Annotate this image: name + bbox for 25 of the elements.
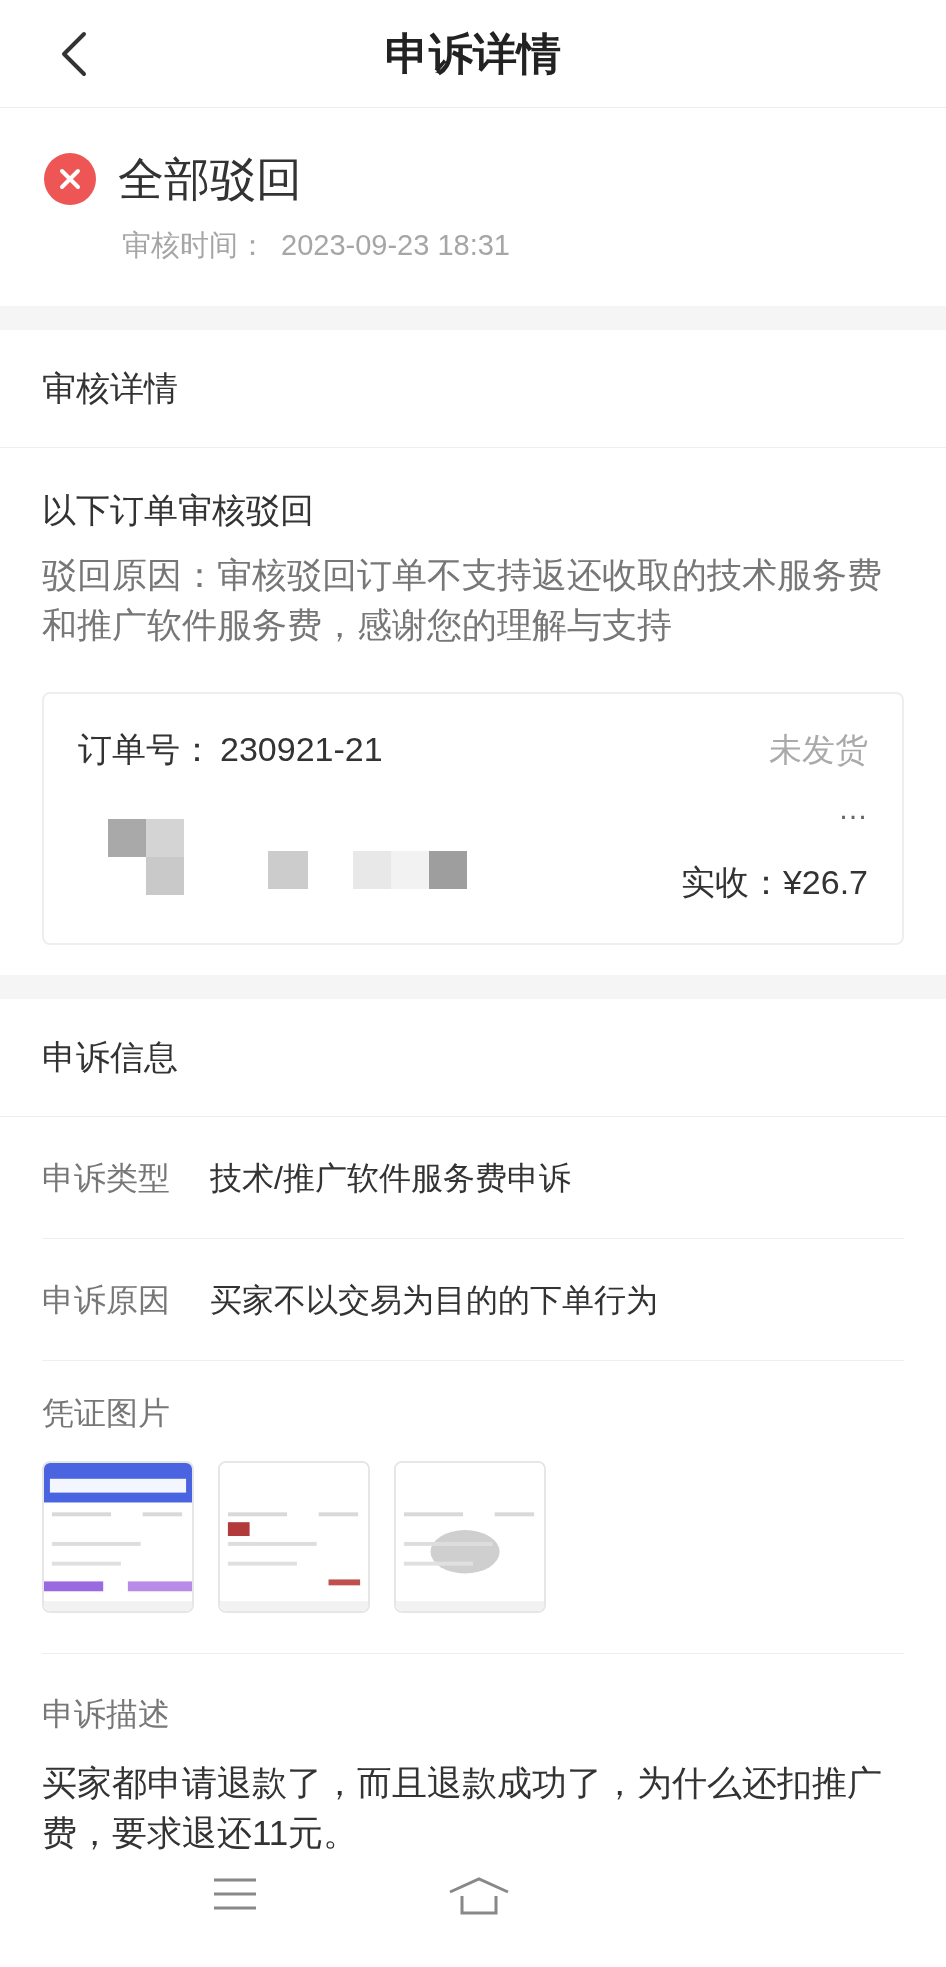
review-time: 2023-09-23 18:31: [281, 228, 510, 263]
reject-reason: 驳回原因：审核驳回订单不支持返还收取的技术服务费和推广软件服务费，感谢您的理解与支持: [42, 554, 883, 646]
rejected-orders-heading: 以下订单审核驳回: [42, 490, 315, 531]
received-label: 实收：: [680, 862, 783, 903]
section-heading: 审核详情: [42, 368, 178, 409]
section-heading: 申诉信息: [42, 1037, 178, 1078]
evidence-images-label: 凭证图片: [42, 1394, 171, 1433]
order-status: 未发货: [769, 729, 868, 770]
status-title: 全部驳回: [118, 151, 302, 207]
received-amount: ¥26.7: [782, 862, 868, 903]
appeal-description: 买家都申请退款了，而且退款成功了，为什么还扣推广费，要求退还11元。: [42, 1762, 883, 1854]
field-label: 申诉类型: [42, 1158, 170, 1198]
menu-icon[interactable]: [212, 1876, 258, 1912]
page-title: 申诉详情: [385, 27, 561, 80]
review-time-label: 审核时间：: [122, 228, 267, 263]
field-value: 买家不以交易为目的的下单行为: [210, 1280, 658, 1320]
order-number: 230921-21: [220, 729, 383, 770]
field-value: 技术/推广软件服务费申诉: [210, 1158, 571, 1198]
home-icon[interactable]: [448, 1876, 510, 1916]
product-more: …: [838, 791, 868, 827]
order-number-label: 订单号：: [78, 729, 214, 770]
description-label: 申诉描述: [42, 1695, 171, 1734]
order-card[interactable]: 订单号： 230921-21 未发货 … 实收：¥26.7: [42, 692, 904, 945]
field-label: 申诉原因: [42, 1280, 170, 1320]
reject-icon: [44, 153, 96, 205]
